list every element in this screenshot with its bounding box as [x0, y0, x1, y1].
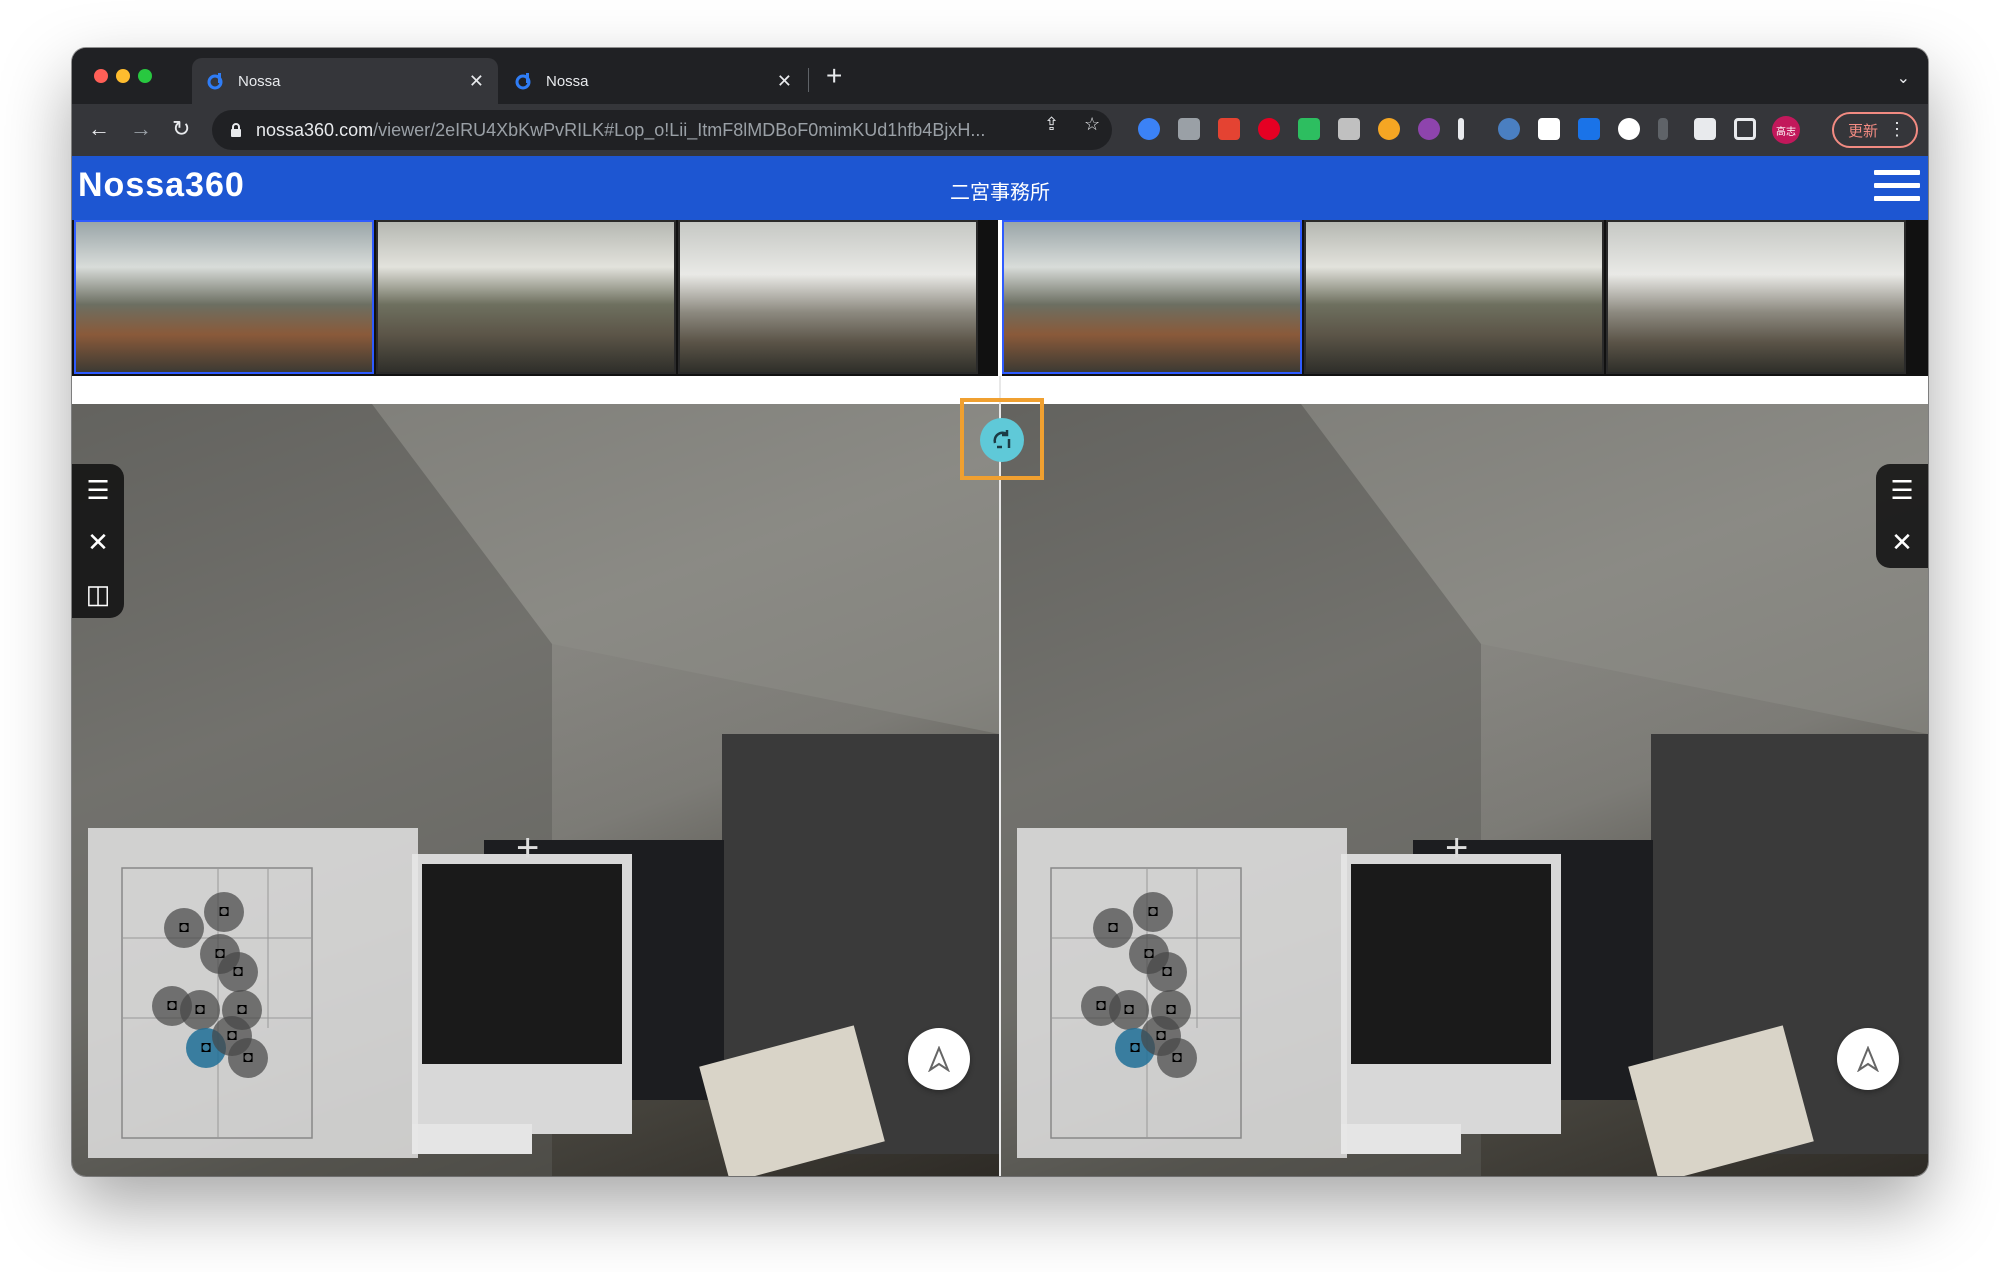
camera-icon[interactable]: ◘ — [1147, 952, 1187, 992]
camera-icon[interactable]: ◘ — [1157, 1038, 1197, 1078]
sync-icon[interactable] — [980, 418, 1024, 462]
more-menu-icon[interactable]: ⋮ — [1888, 119, 1906, 140]
panorama-viewer-left[interactable]: + ☰ ✕ ◫ ◘ ◘ ◘ ◘ ◘ ◘ ◘ ◘ ◘ ◘ — [72, 404, 999, 1176]
panorama-viewer-right[interactable]: + ☰ ✕ ◘ ◘ ◘ ◘ ◘ ◘ ◘ ◘ ◘ ◘ — [1001, 404, 1928, 1176]
close-icon[interactable]: ✕ — [1876, 516, 1928, 568]
reload-button[interactable]: ↻ — [172, 114, 190, 144]
camera-icon[interactable]: ◘ — [1093, 908, 1133, 948]
share-icon[interactable]: ⇪ — [1044, 114, 1059, 135]
bookmark-star-icon[interactable]: ☆ — [1084, 114, 1100, 135]
compass-arrow-icon — [928, 1046, 950, 1072]
viewer-side-panel: ☰ ✕ ◫ — [72, 464, 124, 618]
compass-icon[interactable] — [1837, 1028, 1899, 1090]
camera-icon[interactable]: ◘ — [218, 952, 258, 992]
extension-globe-icon[interactable] — [1498, 118, 1520, 140]
extension-camera-icon[interactable] — [1338, 118, 1360, 140]
close-window-button[interactable] — [94, 69, 108, 83]
extension-screenshot-icon[interactable] — [1378, 118, 1400, 140]
panorama-thumbnail[interactable] — [678, 220, 978, 374]
side-panel-icon[interactable] — [1734, 118, 1756, 140]
extension-pinterest-icon[interactable] — [1258, 118, 1280, 140]
camera-icon[interactable]: ◘ — [180, 990, 220, 1030]
crosshair-icon: + — [516, 826, 540, 870]
back-button[interactable]: ← — [88, 114, 110, 144]
profile-avatar[interactable]: 高志 — [1772, 116, 1800, 144]
browser-window: Nossa ✕ Nossa ✕ + ⌄ ← → ↻ nossa360.com/v… — [72, 48, 1928, 1176]
extension-bitwarden-icon[interactable] — [1578, 118, 1600, 140]
panorama-thumbnail[interactable] — [74, 220, 374, 374]
split-view-icon[interactable]: ◫ — [72, 568, 124, 620]
extension-mic-icon[interactable] — [1658, 118, 1668, 140]
tab-title: Nossa — [238, 72, 281, 90]
close-tab-icon[interactable]: ✕ — [469, 71, 484, 92]
list-icon[interactable]: ☰ — [1876, 464, 1928, 516]
nossa-favicon-icon — [207, 73, 223, 90]
list-icon[interactable]: ☰ — [72, 464, 124, 516]
browser-tab-1[interactable]: Nossa ✕ — [192, 58, 498, 104]
crosshair-icon: + — [1445, 826, 1469, 870]
lock-icon — [231, 123, 241, 137]
floor-plan-minimap[interactable]: ◘ ◘ ◘ ◘ ◘ ◘ ◘ ◘ ◘ ◘ — [88, 828, 418, 1158]
panorama-thumbnail[interactable] — [1606, 220, 1906, 374]
compass-icon[interactable] — [908, 1028, 970, 1090]
browser-tab-2[interactable]: Nossa ✕ — [500, 58, 806, 104]
url-path: /viewer/2eIRU4XbKwPvRILK#Lop_o!Lii_ItmF8… — [373, 119, 986, 140]
thumbnail-strip-right — [1002, 220, 1928, 376]
update-button[interactable]: 更新 ⋮ — [1832, 112, 1918, 148]
extensions-puzzle-icon[interactable] — [1694, 118, 1716, 140]
extension-eyedropper-icon[interactable] — [1458, 118, 1464, 140]
app-header: Nossa360 二宮事務所 — [72, 156, 1928, 220]
page-title: 二宮事務所 — [950, 182, 1050, 204]
camera-icon[interactable]: ◘ — [204, 892, 244, 932]
camera-icon[interactable]: ◘ — [228, 1038, 268, 1078]
camera-icon[interactable]: ◘ — [1133, 892, 1173, 932]
thumbnail-strip-left — [72, 220, 998, 376]
nossa-favicon-icon — [515, 73, 531, 90]
forward-button[interactable]: → — [130, 114, 152, 144]
extension-colorpicker-icon[interactable] — [1418, 118, 1440, 140]
browser-toolbar: ← → ↻ nossa360.com/viewer/2eIRU4XbKwPvRI… — [72, 104, 1928, 156]
split-divider[interactable] — [999, 376, 1001, 1176]
compass-arrow-icon — [1857, 1046, 1879, 1072]
menu-icon[interactable] — [1874, 170, 1920, 204]
extension-todoist-icon[interactable] — [1218, 118, 1240, 140]
tab-strip: Nossa ✕ Nossa ✕ + ⌄ — [72, 48, 1928, 104]
close-tab-icon[interactable]: ✕ — [777, 71, 792, 92]
url-host: nossa360.com — [256, 119, 374, 140]
extension-record-icon[interactable] — [1618, 118, 1640, 140]
address-bar[interactable]: nossa360.com/viewer/2eIRU4XbKwPvRILK#Lop… — [212, 110, 1112, 150]
tab-title: Nossa — [546, 72, 589, 90]
floor-plan-minimap[interactable]: ◘ ◘ ◘ ◘ ◘ ◘ ◘ ◘ ◘ ◘ — [1017, 828, 1347, 1158]
update-label: 更新 — [1848, 122, 1879, 140]
camera-icon[interactable]: ◘ — [164, 908, 204, 948]
tab-separator — [808, 68, 809, 92]
web-page: Nossa360 二宮事務所 + ☰ ✕ ◫ ◘ ◘ ◘ ◘ ◘ ◘ ◘ ◘ ◘… — [72, 156, 1928, 1176]
minimize-window-button[interactable] — [116, 69, 130, 83]
sync-arrows-icon — [993, 430, 1011, 449]
extension-evernote-icon[interactable] — [1298, 118, 1320, 140]
extension-qr-icon[interactable] — [1178, 118, 1200, 140]
close-icon[interactable]: ✕ — [72, 516, 124, 568]
tab-search-icon[interactable]: ⌄ — [1897, 68, 1910, 88]
extension-notion-icon[interactable] — [1538, 118, 1560, 140]
extension-gem-icon[interactable] — [1138, 118, 1160, 140]
panorama-thumbnail[interactable] — [1002, 220, 1302, 374]
panorama-thumbnail[interactable] — [376, 220, 676, 374]
new-tab-button[interactable]: + — [826, 62, 842, 90]
viewer-side-panel: ☰ ✕ — [1876, 464, 1928, 568]
camera-icon[interactable]: ◘ — [1109, 990, 1149, 1030]
panorama-thumbnail[interactable] — [1304, 220, 1604, 374]
maximize-window-button[interactable] — [138, 69, 152, 83]
